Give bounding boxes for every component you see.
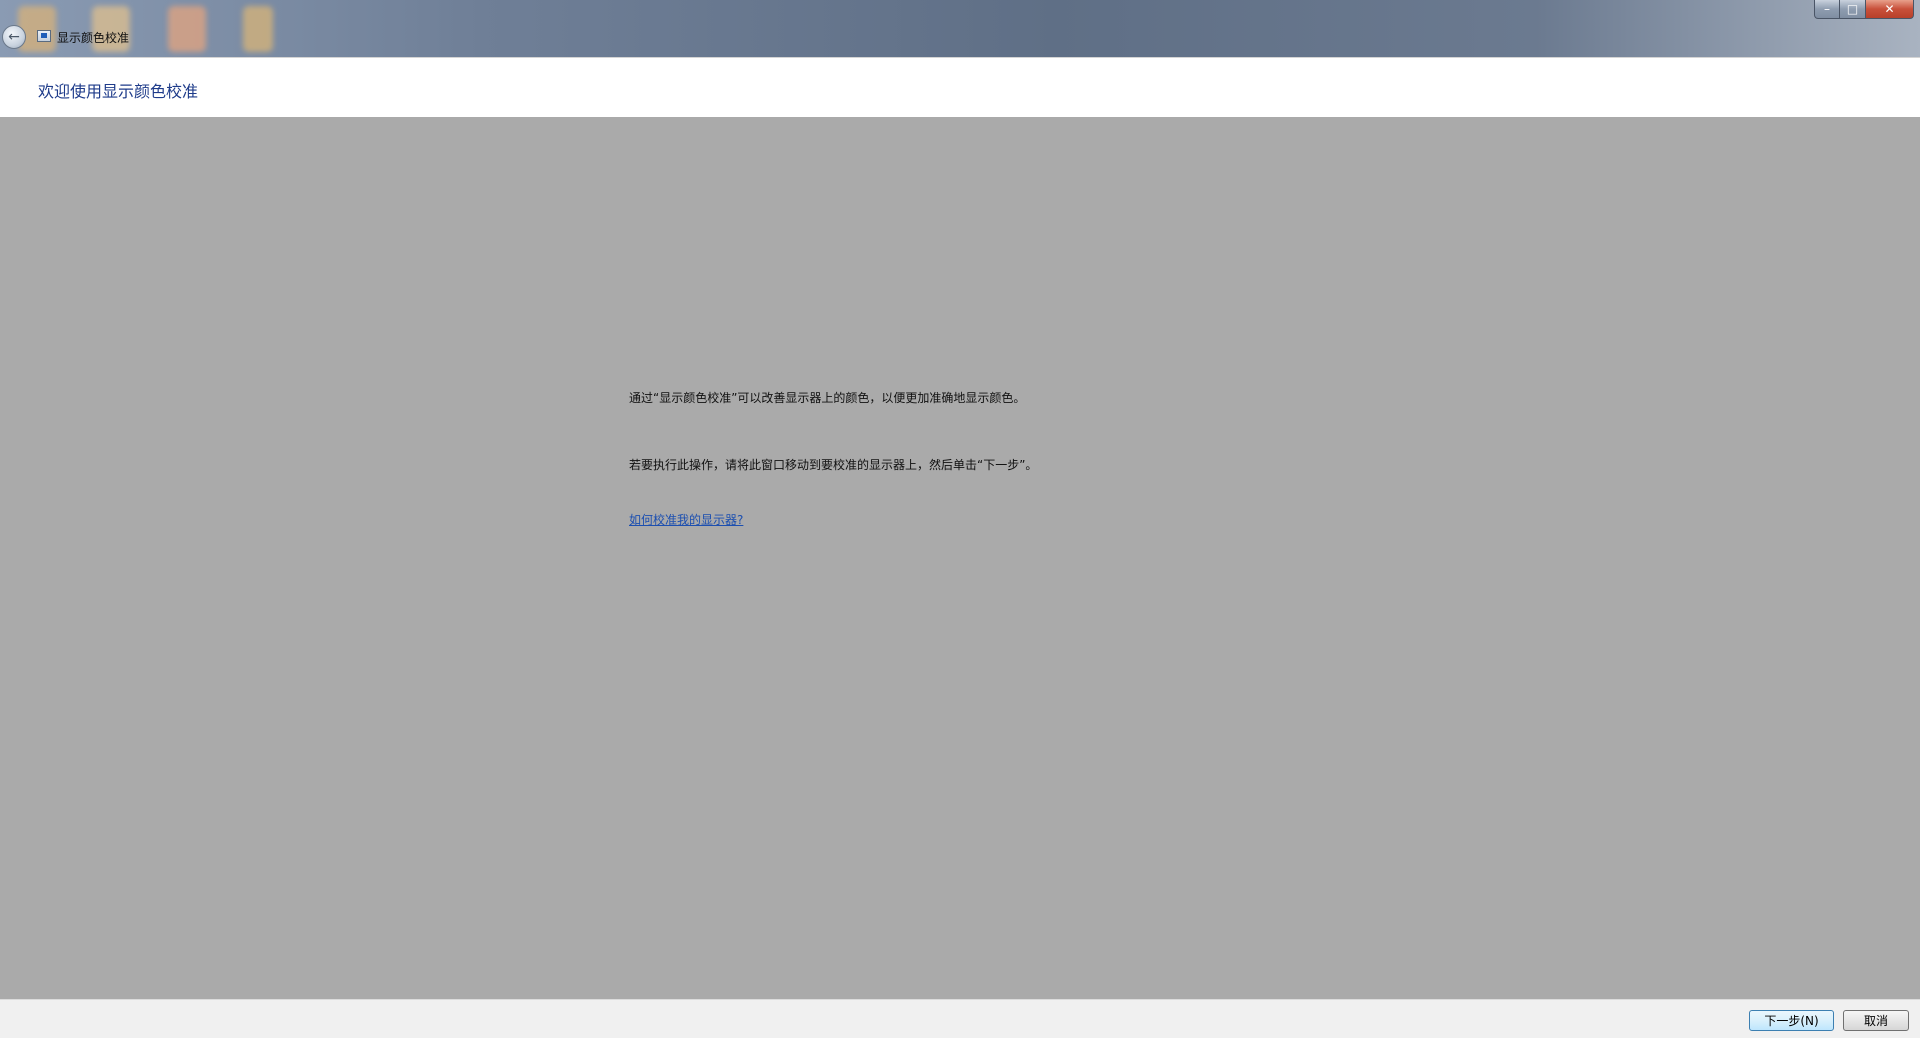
minimize-icon: –: [1824, 2, 1830, 16]
taskbar-blur-shape-3: [168, 6, 206, 52]
maximize-button[interactable]: □: [1840, 0, 1866, 19]
close-button[interactable]: ✕: [1866, 0, 1914, 19]
window-title: 显示颜色校准: [57, 31, 130, 45]
maximize-icon: □: [1846, 2, 1859, 16]
cancel-button[interactable]: 取消: [1843, 1010, 1909, 1031]
next-button[interactable]: 下一步(N): [1749, 1010, 1834, 1031]
help-link[interactable]: 如何校准我的显示器?: [629, 511, 743, 528]
back-button[interactable]: ←: [2, 25, 26, 49]
intro-paragraph: 通过“显示颜色校准”可以改善显示器上的颜色，以便更加准确地显示颜色。: [629, 391, 1026, 405]
close-icon: ✕: [1884, 2, 1895, 16]
page-title: 欢迎使用显示颜色校准: [38, 82, 199, 101]
footer-bar: 下一步(N) 取消: [0, 999, 1920, 1038]
title-bar[interactable]: ← 显示颜色校准 – □ ✕: [0, 0, 1920, 57]
back-arrow-icon: ←: [8, 29, 20, 45]
minimize-button[interactable]: –: [1814, 0, 1840, 19]
calibration-window: ← 显示颜色校准 – □ ✕ 欢迎使用显示颜色校准 通过“显示颜色校准”可以改善…: [0, 0, 1920, 1038]
caption-buttons: – □ ✕: [1814, 0, 1914, 20]
instruction-paragraph: 若要执行此操作，请将此窗口移动到要校准的显示器上，然后单击“下一步”。: [629, 458, 1038, 472]
taskbar-blur-shape-4: [243, 6, 273, 52]
header-band: 欢迎使用显示颜色校准: [0, 57, 1920, 117]
content-area: 通过“显示颜色校准”可以改善显示器上的颜色，以便更加准确地显示颜色。 若要执行此…: [0, 117, 1920, 999]
display-color-calibration-icon: [37, 30, 51, 42]
